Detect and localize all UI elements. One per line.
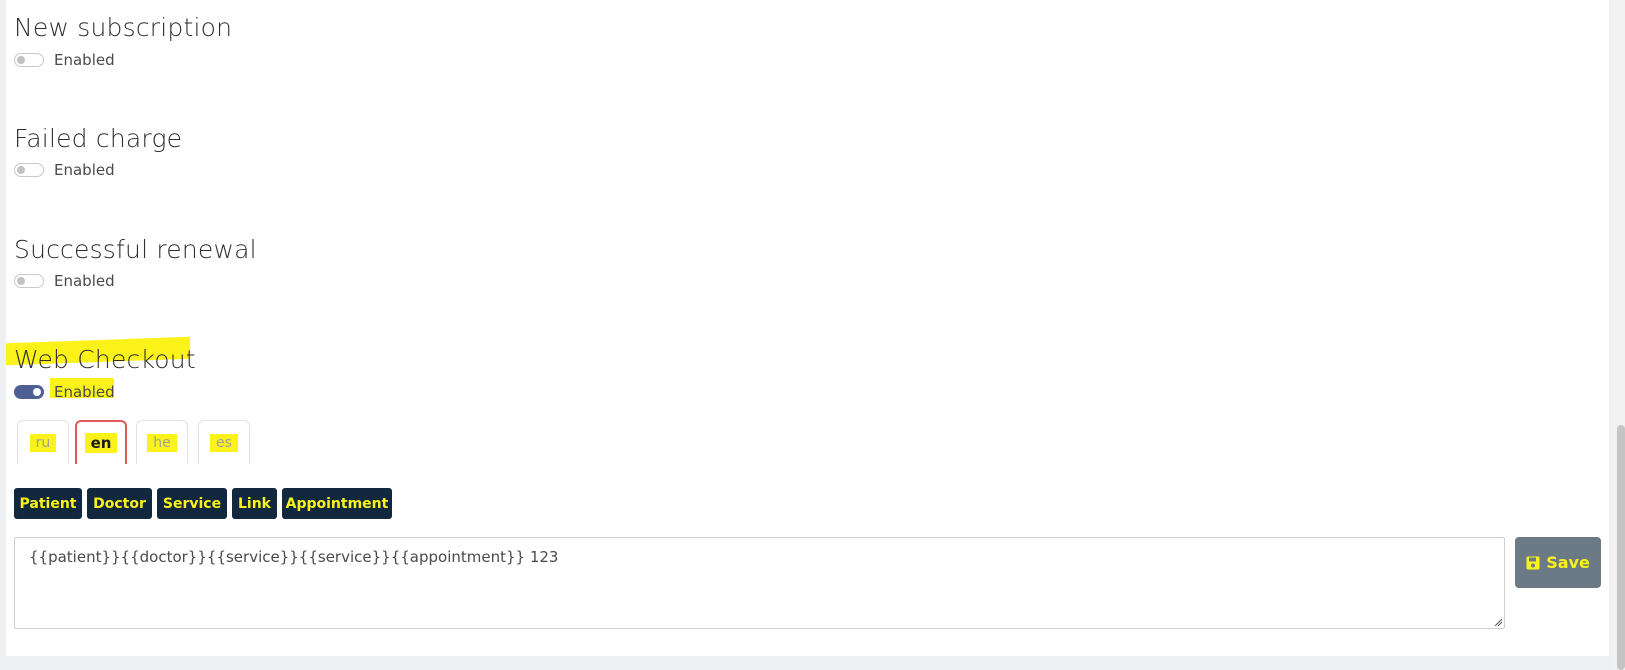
save-button[interactable]: Save <box>1515 537 1601 588</box>
tab-label: ru <box>29 433 57 452</box>
tab-lang-he[interactable]: he <box>136 420 188 464</box>
section-title-new-subscription: New subscription <box>14 13 233 42</box>
tab-label: he <box>147 433 177 452</box>
template-text: {{patient}}{{doctor}}{{service}}{{servic… <box>29 548 559 566</box>
toggle-failed-charge[interactable] <box>14 163 44 177</box>
toggle-label: Enabled <box>54 272 115 290</box>
tab-label: es <box>210 433 238 452</box>
toggle-label: Enabled <box>54 383 115 401</box>
insert-service-button[interactable]: Service <box>157 488 227 519</box>
section-title-failed-charge: Failed charge <box>14 124 183 153</box>
insert-patient-button[interactable]: Patient <box>14 488 82 519</box>
toggle-row-failed-charge: Enabled <box>14 160 115 180</box>
insert-appointment-button[interactable]: Appointment <box>282 488 392 519</box>
tab-lang-es[interactable]: es <box>198 420 250 464</box>
floppy-disk-icon <box>1526 556 1540 569</box>
save-button-label: Save <box>1546 553 1590 572</box>
toggle-label: Enabled <box>54 51 115 69</box>
insert-doctor-button[interactable]: Doctor <box>87 488 152 519</box>
toggle-knob <box>17 56 25 64</box>
tab-lang-ru[interactable]: ru <box>17 420 69 464</box>
resize-grip-icon[interactable] <box>1494 618 1502 626</box>
tab-label: en <box>84 433 118 453</box>
toggle-row-new-subscription: Enabled <box>14 50 115 70</box>
toggle-knob <box>17 166 25 174</box>
scrollbar-thumb[interactable] <box>1617 425 1625 670</box>
toggle-knob <box>33 388 41 396</box>
section-title-successful-renewal: Successful renewal <box>14 235 257 264</box>
insert-link-button[interactable]: Link <box>232 488 277 519</box>
template-textarea[interactable]: {{patient}}{{doctor}}{{service}}{{servic… <box>14 537 1505 629</box>
toggle-web-checkout[interactable] <box>14 385 44 399</box>
toggle-knob <box>17 277 25 285</box>
toggle-row-successful-renewal: Enabled <box>14 271 115 291</box>
toggle-row-web-checkout: Enabled <box>14 382 115 402</box>
toggle-successful-renewal[interactable] <box>14 274 44 288</box>
toggle-new-subscription[interactable] <box>14 53 44 67</box>
section-title-web-checkout: Web Checkout <box>14 345 196 374</box>
toggle-label: Enabled <box>54 161 115 179</box>
tab-lang-en[interactable]: en <box>75 420 127 464</box>
